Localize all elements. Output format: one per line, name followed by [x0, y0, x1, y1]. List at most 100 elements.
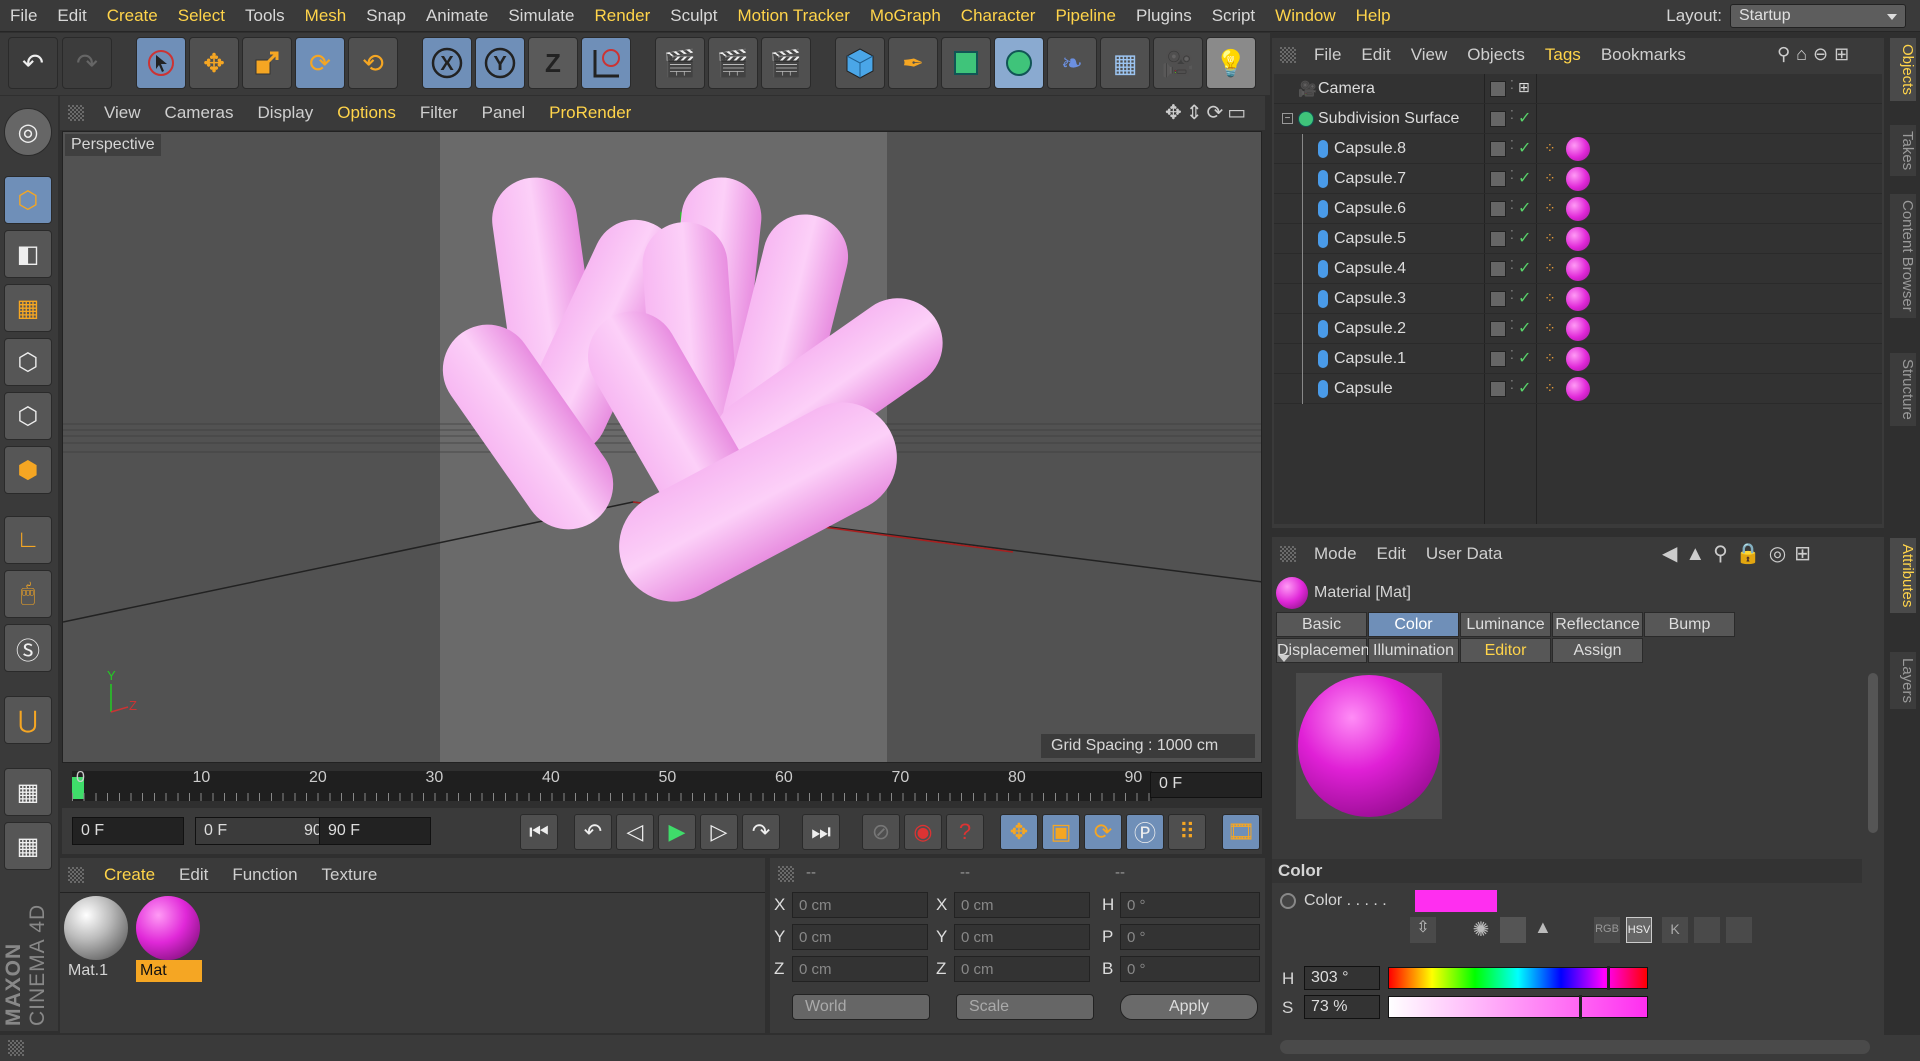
polygons-mode-icon[interactable]: ⬢ [4, 446, 52, 494]
viewport-nav-icons[interactable]: ✥⇕⟳▭ [1165, 100, 1250, 125]
menu-animate[interactable]: Animate [416, 6, 498, 26]
material-tag-icon[interactable] [1566, 137, 1590, 161]
phong-tag-icon[interactable]: ⁘ [1544, 170, 1556, 187]
attribute-menu-mode[interactable]: Mode [1304, 544, 1367, 564]
visibility-dots-icon[interactable]: ⁚ [1510, 348, 1514, 362]
side-tab-content-browser[interactable]: Content Browser [1890, 194, 1916, 318]
tab-basic[interactable]: Basic [1276, 612, 1367, 637]
visibility-dots-icon[interactable]: ⁚ [1510, 288, 1514, 302]
menu-render[interactable]: Render [584, 6, 660, 26]
menu-character[interactable]: Character [951, 6, 1046, 26]
material-tag-icon[interactable] [1566, 287, 1590, 311]
enabled-check-icon[interactable]: ✓ [1518, 288, 1531, 308]
layer-icon[interactable] [1490, 261, 1506, 277]
phong-tag-icon[interactable]: ⁘ [1544, 230, 1556, 247]
visibility-dots-icon[interactable]: ⁚ [1510, 228, 1514, 242]
enabled-check-icon[interactable]: ✓ [1518, 228, 1531, 248]
visibility-dots-icon[interactable]: ⁚ [1510, 168, 1514, 182]
saturation-slider[interactable] [1388, 995, 1648, 1019]
menu-select[interactable]: Select [168, 6, 235, 26]
scale-tool-icon[interactable] [242, 37, 292, 89]
render-settings-icon[interactable]: 🎬 [761, 37, 811, 89]
tab-reflectance[interactable]: Reflectance [1552, 612, 1643, 637]
floor-icon[interactable]: ▦ [1100, 37, 1150, 89]
coordinate-system-icon[interactable] [581, 37, 631, 89]
swatches-icon[interactable] [1726, 917, 1752, 943]
coord-value-field[interactable]: 0 cm [954, 956, 1090, 982]
enabled-check-icon[interactable]: ✓ [1518, 168, 1531, 188]
tab-color[interactable]: Color [1368, 612, 1459, 637]
menu-window[interactable]: Window [1265, 6, 1345, 26]
z-axis-lock-icon[interactable]: Z [528, 37, 578, 89]
side-tab-objects[interactable]: Objects [1890, 38, 1916, 101]
object-row-camera[interactable]: 🎥 Camera ⁚ ⊞ [1274, 74, 1882, 104]
saturation-field[interactable]: 73 % [1304, 995, 1380, 1019]
mixer-icon[interactable] [1694, 917, 1720, 943]
menu-script[interactable]: Script [1202, 6, 1265, 26]
visibility-dots-icon[interactable]: ⁚ [1510, 108, 1514, 122]
menu-mograph[interactable]: MoGraph [860, 6, 951, 26]
object-list[interactable]: 🎥 Camera ⁚ ⊞ − Subdivision Surface ⁚ ✓ Capsule.8… [1274, 74, 1882, 524]
visibility-dots-icon[interactable]: ⁚ [1510, 378, 1514, 392]
phong-tag-icon[interactable]: ⁘ [1544, 200, 1556, 217]
material-menu-texture[interactable]: Texture [310, 865, 390, 885]
coord-value-field[interactable]: 0 ° [1120, 892, 1260, 918]
viewport-menu-cameras[interactable]: Cameras [153, 103, 246, 123]
phong-tag-icon[interactable]: ⁘ [1544, 320, 1556, 337]
key-pla-icon[interactable]: ⠿ [1168, 814, 1206, 850]
layer-icon[interactable] [1490, 351, 1506, 367]
panel-grip-icon[interactable] [1280, 47, 1296, 63]
color-swatch[interactable] [1415, 890, 1497, 912]
phong-tag-icon[interactable]: ⁘ [1544, 260, 1556, 277]
prev-key-icon[interactable]: ↶ [574, 814, 612, 850]
quantize-icon[interactable]: ▦ [4, 822, 52, 870]
visibility-dots-icon[interactable]: ⁚ [1510, 138, 1514, 152]
snap-icon[interactable]: ⋃ [4, 696, 52, 744]
attribute-menu-user-data[interactable]: User Data [1416, 544, 1513, 564]
panel-grip-icon[interactable] [68, 105, 84, 121]
object-manager-tools-icons[interactable]: ⚲⌂⊖⊞ [1777, 44, 1855, 65]
light-icon[interactable]: 💡 [1206, 37, 1256, 89]
go-to-start-icon[interactable]: ⏮ [520, 814, 558, 850]
enabled-check-icon[interactable]: ✓ [1518, 108, 1531, 128]
enabled-check-icon[interactable]: ✓ [1518, 198, 1531, 218]
coord-value-field[interactable]: 0 cm [792, 892, 928, 918]
menu-sculpt[interactable]: Sculpt [660, 6, 727, 26]
menu-tools[interactable]: Tools [235, 6, 295, 26]
attribute-scrollbar[interactable] [1868, 673, 1878, 833]
select-tool-icon[interactable] [136, 37, 186, 89]
prev-frame-icon[interactable]: ◁ [616, 814, 654, 850]
side-tab-structure[interactable]: Structure [1890, 353, 1916, 426]
object-row-capsule-4[interactable]: Capsule.4 ⁚ ✓ ⁘ [1274, 254, 1882, 284]
attribute-nav-icons[interactable]: ◀▲⚲🔒◎⊞ [1662, 541, 1819, 566]
menu-motion-tracker[interactable]: Motion Tracker [727, 6, 859, 26]
object-row-capsule-8[interactable]: Capsule.8 ⁚ ✓ ⁘ [1274, 134, 1882, 164]
layer-icon[interactable] [1490, 231, 1506, 247]
layer-icon[interactable] [1490, 171, 1506, 187]
layer-icon[interactable] [1490, 141, 1506, 157]
layer-icon[interactable] [1490, 201, 1506, 217]
camera-tag-icon[interactable]: ⊞ [1518, 79, 1530, 96]
layer-icon[interactable] [1490, 321, 1506, 337]
objects-menu-file[interactable]: File [1304, 45, 1351, 65]
cube-icon[interactable] [835, 37, 885, 89]
coord-value-field[interactable]: 0 cm [954, 924, 1090, 950]
hue-slider-handle[interactable] [1607, 966, 1611, 990]
menu-create[interactable]: Create [97, 6, 168, 26]
color-wheel-icon[interactable]: ✺ [1468, 917, 1494, 943]
rotate-tool-icon[interactable]: ⟳ [295, 37, 345, 89]
menu-file[interactable]: File [0, 6, 47, 26]
record-off-icon[interactable]: ⊘ [862, 814, 900, 850]
coord-value-field[interactable]: 0 cm [792, 924, 928, 950]
undo-icon[interactable]: ↶ [8, 37, 58, 89]
pen-icon[interactable]: ✒ [888, 37, 938, 89]
recent-tool-icon[interactable]: ⟲ [348, 37, 398, 89]
side-tab-takes[interactable]: Takes [1890, 125, 1916, 177]
menu-mesh[interactable]: Mesh [295, 6, 357, 26]
collapse-arrow-icon[interactable] [1278, 655, 1290, 668]
model-mode-icon[interactable]: ⬡ [4, 176, 52, 224]
tweak-mode-icon[interactable]: 🖱 [4, 570, 52, 618]
texture-mode-icon[interactable]: ◧ [4, 230, 52, 278]
hsv-mode-icon[interactable]: HSV [1626, 917, 1652, 943]
key-rotation-icon[interactable]: ⟳ [1084, 814, 1122, 850]
